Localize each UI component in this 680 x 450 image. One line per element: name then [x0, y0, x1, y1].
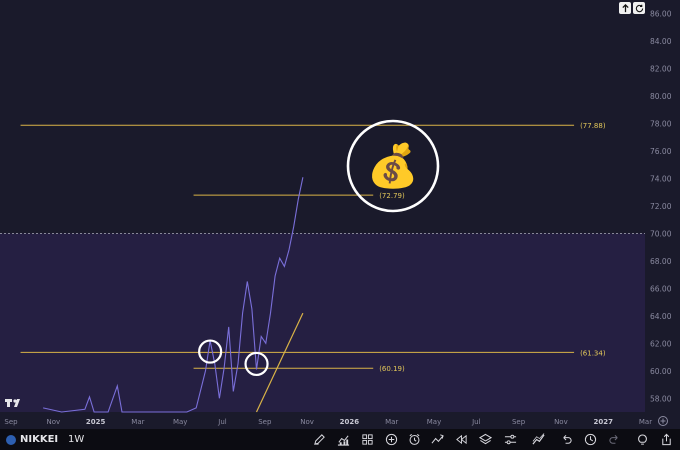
chart-background-lower	[0, 233, 645, 412]
alarm-button[interactable]	[404, 429, 424, 450]
y-axis-tick-label: 76.00	[650, 147, 672, 156]
x-axis-tick-label: 2025	[86, 418, 106, 426]
x-axis-tick-label: Sep	[512, 418, 526, 426]
x-axis-tick-label: Sep	[4, 418, 18, 426]
x-axis-tick-label: 2027	[593, 418, 613, 426]
clock-icon	[584, 433, 596, 446]
x-axis-tick-label: Nov	[300, 418, 314, 426]
y-axis-tick-label: 68.00	[650, 257, 672, 266]
level-label: (61.34)	[580, 349, 606, 357]
y-axis-tick-label: 84.00	[650, 37, 672, 46]
layers-button[interactable]	[475, 429, 495, 450]
pencil-button[interactable]	[309, 429, 329, 450]
level-label: (60.19)	[379, 365, 405, 373]
add-button[interactable]	[381, 429, 401, 450]
lightbulb-icon	[637, 434, 647, 445]
financials-button[interactable]	[333, 429, 353, 450]
replay-icon	[455, 434, 467, 445]
x-axis-tick-label: May	[427, 418, 441, 426]
money-bag-icon: 💰	[367, 141, 419, 191]
y-axis-tick-label: 80.00	[650, 92, 672, 101]
y-axis-tick-label: 86.00	[650, 10, 672, 19]
x-axis-tick-label: Nov	[46, 418, 60, 426]
x-axis-tick-label: Nov	[554, 418, 568, 426]
price-chart[interactable]: (77.88) (72.79) (61.34) (60.19) 86.00 84.00 8…	[0, 0, 680, 429]
undo-button[interactable]	[556, 429, 576, 450]
y-axis-tick-label: 82.00	[650, 65, 672, 74]
redo-button[interactable]	[604, 429, 624, 450]
y-axis-tick-label: 66.00	[650, 284, 672, 293]
refresh-icon[interactable]	[633, 2, 645, 14]
indicator-button[interactable]	[427, 429, 447, 450]
interval-selector[interactable]: 1W	[68, 429, 84, 450]
financials-icon	[337, 435, 349, 446]
grid-button[interactable]	[357, 429, 377, 450]
settings-icon	[504, 434, 516, 445]
x-axis-tick-label: 2026	[340, 418, 360, 426]
symbol-name[interactable]: NIKKEI	[20, 429, 58, 450]
x-axis-tick-label: Mar	[639, 418, 652, 426]
y-axis-tick-label: 60.00	[650, 367, 672, 376]
y-axis-tick-label: 74.00	[650, 175, 672, 184]
x-axis-tick-label: May	[173, 418, 187, 426]
replay-button[interactable]	[451, 429, 471, 450]
y-axis-tick-label: 58.00	[650, 394, 672, 403]
pencil-icon	[313, 434, 325, 445]
bottom-toolbar: NIKKEI 1W	[0, 429, 680, 450]
indicator-icon	[431, 434, 444, 444]
y-axis-tick-label: 62.00	[650, 339, 672, 348]
add-icon	[385, 433, 397, 446]
x-axis-tick-label: Mar	[385, 418, 398, 426]
lightbulb-button[interactable]	[632, 429, 652, 450]
chart-app: (77.88) (72.79) (61.34) (60.19) 86.00 84.00 8…	[0, 0, 680, 450]
grid-icon	[361, 434, 373, 445]
x-axis-tick-label: Jul	[217, 418, 227, 426]
exchange-logo	[6, 435, 16, 445]
settings-button[interactable]	[500, 429, 520, 450]
layers-icon	[478, 433, 492, 445]
line-style-button[interactable]	[528, 429, 548, 450]
x-axis-tick-label: Jul	[471, 418, 481, 426]
chart-background-upper	[0, 0, 645, 232]
y-axis-tick-label: 72.00	[650, 202, 672, 211]
redo-icon	[608, 434, 618, 444]
undo-icon	[562, 434, 572, 444]
up-arrow-icon[interactable]	[619, 2, 631, 14]
share-icon	[661, 433, 671, 446]
share-button[interactable]	[656, 429, 676, 450]
level-label: (72.79)	[379, 192, 405, 200]
line-style-icon	[531, 433, 545, 445]
y-axis-tick-label: 78.00	[650, 120, 672, 129]
x-axis-tick-label: Mar	[131, 418, 144, 426]
y-axis-tick-label: 64.00	[650, 312, 672, 321]
clock-button[interactable]	[580, 429, 600, 450]
x-axis-tick-label: Sep	[258, 418, 272, 426]
y-axis-tick-label: 70.00	[650, 229, 672, 238]
level-label: (77.88)	[580, 122, 606, 130]
alarm-icon	[409, 433, 419, 445]
